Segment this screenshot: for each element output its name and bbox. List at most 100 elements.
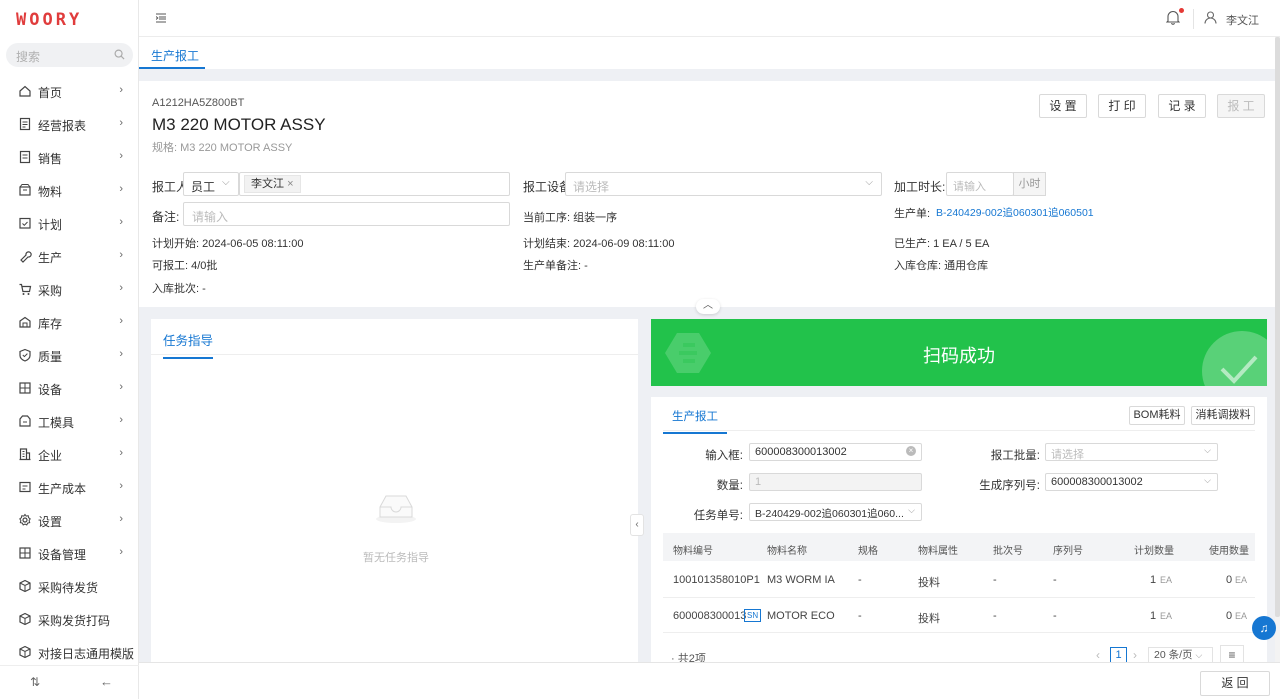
order-label: 生产单:: [894, 208, 931, 220]
divider: [151, 354, 638, 355]
print-button[interactable]: 打 印: [1098, 94, 1146, 118]
sidebar-item[interactable]: 质量 ›: [0, 338, 139, 371]
cell-plan-qty: 1: [1150, 610, 1157, 622]
sidebar-item-label: 设备管理: [38, 548, 87, 562]
sidebar-item[interactable]: 设置 ›: [0, 503, 139, 536]
sidebar-item-label: 设备: [38, 383, 63, 397]
cell-material-name: M3 WORM IA: [767, 574, 835, 586]
sidebar-item[interactable]: 企业 ›: [0, 437, 139, 470]
order-header-card: A1212HA5Z800BT M3 220 MOTOR ASSY 规格: M3 …: [139, 81, 1275, 307]
table-row[interactable]: 100101358010P1 M3 WORM IA - 投料 - - 1 EA …: [663, 561, 1255, 598]
sidebar-item[interactable]: 首页 ›: [0, 74, 139, 107]
reporter-select[interactable]: 李文江 ×: [239, 172, 510, 196]
notification-dot: [1179, 8, 1184, 13]
sidebar-item[interactable]: 采购 ›: [0, 272, 139, 305]
transfer-consumption-button[interactable]: 消耗调拨料: [1191, 406, 1255, 425]
duration-label: 加工时长:: [894, 180, 946, 194]
batch-qty-select[interactable]: 请选择 ⌵: [1045, 443, 1218, 461]
chevron-right-icon: ›: [119, 381, 123, 393]
plan-start: 计划开始: 2024-06-05 08:11:00: [152, 238, 304, 250]
sidebar-item[interactable]: 采购待发货: [0, 569, 139, 602]
sidebar-item[interactable]: 销售 ›: [0, 140, 139, 173]
close-icon[interactable]: ×: [287, 178, 293, 190]
collapse-header-button[interactable]: ︿: [696, 299, 720, 314]
page-size-value: 20 条/页: [1154, 649, 1193, 661]
cube-icon: [19, 612, 31, 626]
tool-icon: [19, 415, 31, 427]
collapse-panel-button[interactable]: ‹: [630, 514, 644, 536]
chevron-down-icon: ⌵: [222, 177, 230, 188]
chevron-up-icon: ︿: [703, 300, 713, 311]
order-link[interactable]: B-240429-002追060301追060501: [936, 205, 1094, 220]
sidebar-item[interactable]: 生产 ›: [0, 239, 139, 272]
chevron-right-icon: ›: [119, 117, 123, 129]
cell-material-code: 100101358010P1: [673, 574, 760, 586]
task-no-select[interactable]: B-240429-002追060301追060... ⌵: [749, 503, 922, 521]
tab-task-guide[interactable]: 任务指导: [163, 330, 214, 359]
collapse-sidebar-icon[interactable]: ←: [100, 674, 113, 689]
reporter-type-value: 员工: [191, 180, 216, 194]
sidebar-item[interactable]: 库存 ›: [0, 305, 139, 338]
sidebar-item[interactable]: 物料 ›: [0, 173, 139, 206]
table-row[interactable]: 600008300013 SN MOTOR ECO - 投料 - - 1 EA …: [663, 598, 1255, 633]
support-headset-icon[interactable]: ♫: [1252, 616, 1276, 640]
serial-select[interactable]: 600008300013002 ⌵: [1045, 473, 1218, 491]
col-material-name: 物料名称: [767, 546, 807, 557]
cell-spec: -: [858, 610, 862, 622]
tab-production-report-form[interactable]: 生产报工: [663, 408, 727, 434]
record-button[interactable]: 记 录: [1158, 94, 1206, 118]
user-icon[interactable]: [1204, 11, 1217, 24]
sort-icon[interactable]: ⇅: [30, 675, 40, 689]
sidebar-item[interactable]: 采购发货打码: [0, 602, 139, 635]
cell-used-qty: 0: [1226, 610, 1233, 622]
tab-production-report[interactable]: 生产报工: [139, 37, 205, 69]
batch-qty-label: 报工批量:: [990, 450, 1040, 462]
quantity-input[interactable]: 1: [749, 473, 922, 491]
chevron-right-icon: ›: [119, 447, 123, 459]
sidebar-item[interactable]: 工模具 ›: [0, 404, 139, 437]
cell-plan-unit: EA: [1160, 575, 1173, 585]
serial-label: 生成序列号:: [979, 480, 1040, 492]
cube-icon: [19, 579, 31, 593]
bom-consumption-button[interactable]: BOM耗料: [1129, 406, 1185, 425]
back-button[interactable]: 返 回: [1200, 671, 1270, 696]
chevron-left-icon: ‹: [635, 519, 639, 530]
duration-input[interactable]: 请输入: [946, 172, 1014, 196]
sidebar: WOORY 搜索 首页 › 经营报表 › 销售 › 物料 › 计划 › 生产 › 采购 › 库存 › 质量 › 设备…: [0, 0, 139, 699]
reporter-type-select[interactable]: 员工 ⌵: [183, 172, 239, 196]
product-code: A1212HA5Z800BT: [152, 97, 245, 109]
sidebar-item[interactable]: 计划 ›: [0, 206, 139, 239]
cube-icon: [19, 645, 31, 659]
next-page-icon[interactable]: ›: [1133, 648, 1137, 662]
clear-icon[interactable]: ×: [906, 446, 916, 456]
device-select[interactable]: 请选择 ⌵: [565, 172, 882, 196]
settings-button[interactable]: 设 置: [1039, 94, 1087, 118]
cost-icon: [19, 481, 31, 493]
sidebar-search-input[interactable]: 搜索: [6, 43, 133, 67]
user-name[interactable]: 李文江: [1226, 12, 1259, 28]
col-attribute: 物料属性: [918, 546, 958, 557]
submit-report-button[interactable]: 报 工: [1217, 94, 1265, 118]
duration-unit: 小时: [1013, 172, 1046, 196]
bell-icon[interactable]: [1166, 10, 1180, 25]
top-bar: 李文江: [139, 0, 1280, 37]
sidebar-item[interactable]: 生产成本 ›: [0, 470, 139, 503]
serial-badge: SN: [744, 609, 762, 622]
sidebar-item[interactable]: 经营报表 ›: [0, 107, 139, 140]
chevron-right-icon: ›: [119, 315, 123, 327]
chevron-down-icon: ⌵: [908, 505, 915, 515]
produced-count: 已生产: 1 EA / 5 EA: [894, 238, 990, 250]
sidebar-item[interactable]: 设备 ›: [0, 371, 139, 404]
prev-page-icon[interactable]: ‹: [1096, 648, 1100, 662]
chevron-right-icon: ›: [119, 546, 123, 558]
scan-input[interactable]: 600008300013002 ×: [749, 443, 922, 461]
page-scrollbar[interactable]: [1275, 37, 1280, 662]
remark-input[interactable]: 请输入: [183, 202, 510, 226]
chevron-down-icon: ⌵: [1204, 445, 1211, 455]
sidebar-item[interactable]: 对接日志通用模版: [0, 635, 139, 668]
tab-label: 生产报工: [151, 49, 200, 63]
menu-fold-icon[interactable]: [156, 13, 166, 23]
page-title: M3 220 MOTOR ASSY: [152, 115, 326, 134]
sidebar-item[interactable]: 设备管理 ›: [0, 536, 139, 569]
device-icon: [19, 382, 31, 394]
